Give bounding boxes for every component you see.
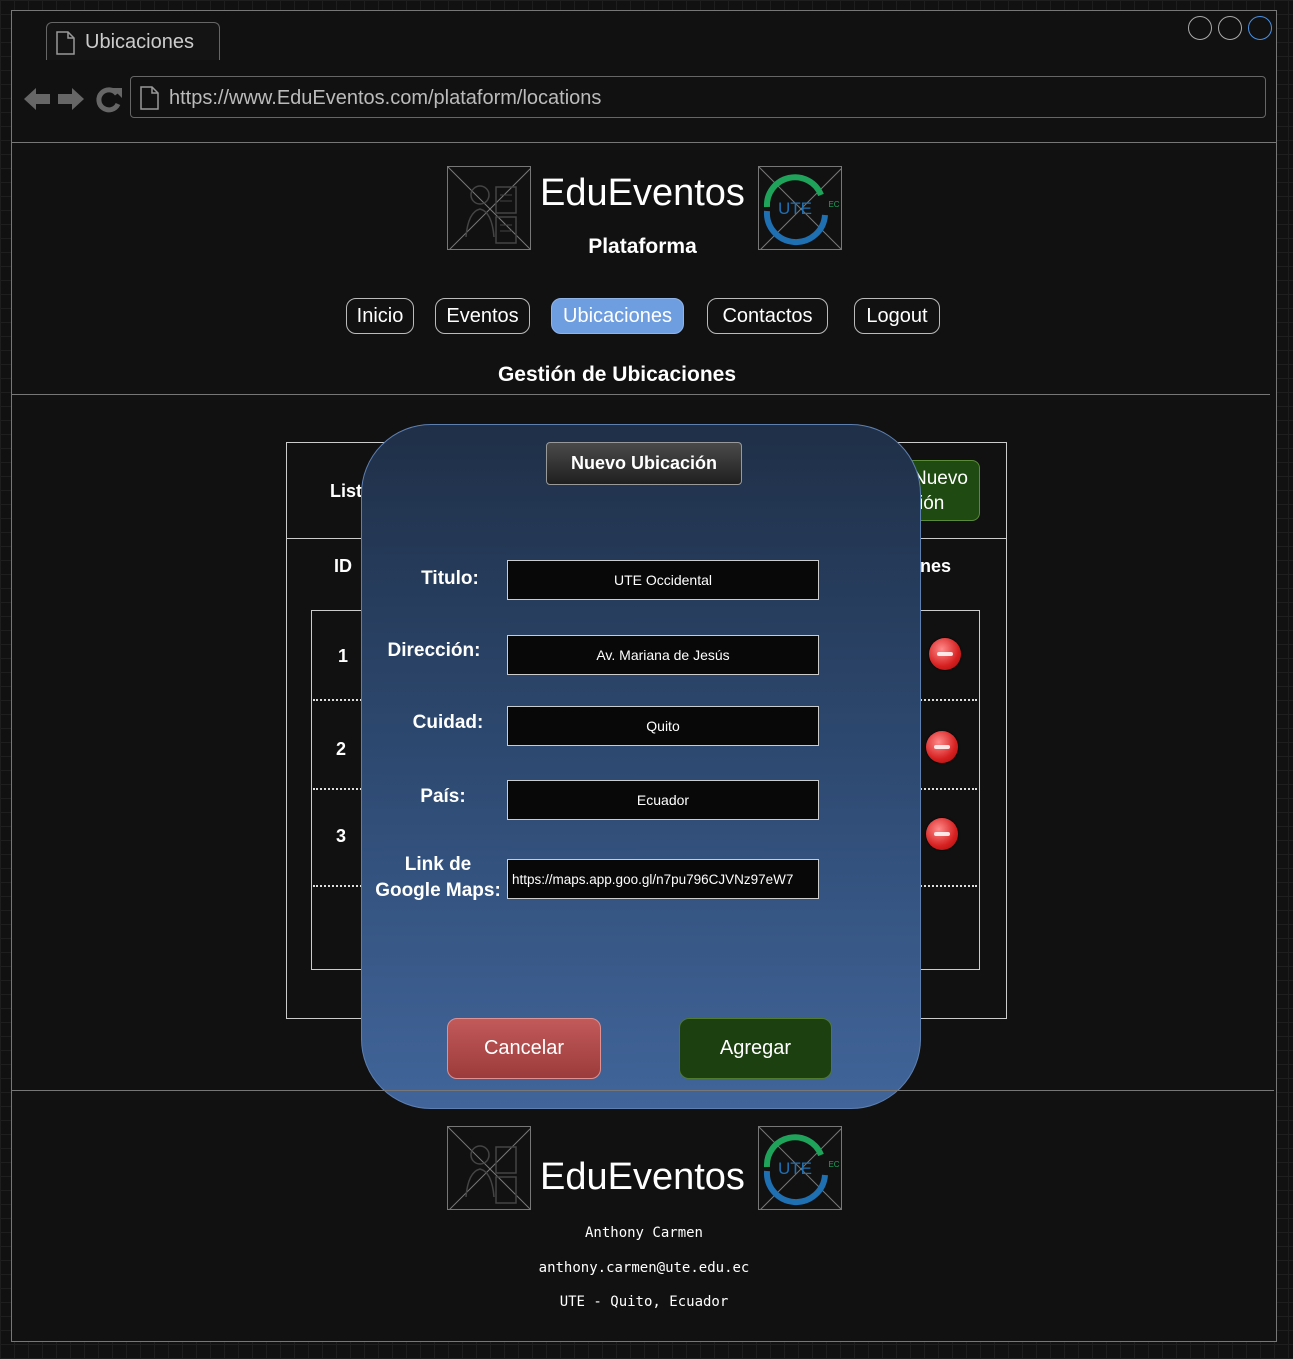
row-id: 2 <box>336 739 347 759</box>
edueventos-logo <box>447 166 531 250</box>
url-text: https://www.EduEventos.com/plataform/loc… <box>169 87 602 109</box>
row-id: 3 <box>336 826 347 846</box>
brand-title: EduEventos <box>540 172 745 214</box>
country-input[interactable] <box>507 780 819 820</box>
title-input[interactable] <box>507 560 819 600</box>
address-input[interactable] <box>507 635 819 675</box>
row-id: 1 <box>338 646 349 666</box>
footer-author: Anthony Carmen <box>584 1225 703 1241</box>
divider <box>12 142 1276 143</box>
col-actions-header: nes <box>920 556 952 576</box>
page-icon <box>140 86 159 110</box>
city-label: Cuidad: <box>412 712 484 733</box>
address-bar[interactable]: https://www.EduEventos.com/plataform/loc… <box>130 76 1266 118</box>
brand-subtitle: Plataforma <box>588 235 697 258</box>
svg-text:UTE: UTE <box>778 199 812 218</box>
col-id-header: ID <box>334 556 352 576</box>
nav-ubicaciones[interactable]: Ubicaciones <box>551 298 684 334</box>
nav-inicio[interactable]: Inicio <box>346 298 414 334</box>
svg-text:EC: EC <box>828 200 839 209</box>
nav-eventos[interactable]: Eventos <box>435 298 530 334</box>
delete-icon[interactable] <box>926 818 958 850</box>
edueventos-logo <box>447 1126 531 1210</box>
footer-brand: EduEventos <box>540 1156 745 1198</box>
svg-text:EC: EC <box>828 1160 839 1169</box>
new-location-label: ión <box>919 493 945 514</box>
delete-icon[interactable] <box>926 731 958 763</box>
delete-icon[interactable] <box>929 638 961 670</box>
nav-contactos[interactable]: Contactos <box>707 298 828 334</box>
footer-location: UTE - Quito, Ecuador <box>559 1294 729 1310</box>
maps-link-input[interactable] <box>507 859 819 899</box>
maps-link-label: Google Maps: <box>375 880 501 901</box>
divider <box>12 394 1270 395</box>
title-label: Titulo: <box>421 568 479 589</box>
close-window-button[interactable] <box>1248 16 1272 40</box>
tab-title: Ubicaciones <box>85 31 194 53</box>
maps-link-label: Link de <box>404 854 472 875</box>
forward-arrow-icon[interactable] <box>56 84 86 114</box>
modal-title: Nuevo Ubicación <box>546 442 742 485</box>
svg-text:UTE: UTE <box>778 1159 812 1178</box>
nav-logout[interactable]: Logout <box>854 298 940 334</box>
ute-logo: UTE EC <box>758 166 842 250</box>
cancel-button[interactable]: Cancelar <box>447 1018 601 1079</box>
list-title: List <box>330 481 363 501</box>
back-arrow-icon[interactable] <box>22 84 52 114</box>
reload-icon[interactable] <box>94 84 124 114</box>
page-title: Gestión de Ubicaciones <box>497 363 737 386</box>
footer-email[interactable]: anthony.carmen@ute.edu.ec <box>0 1260 1288 1276</box>
city-input[interactable] <box>507 706 819 746</box>
minimize-button[interactable] <box>1188 16 1212 40</box>
address-label: Dirección: <box>387 640 481 661</box>
new-location-label: Nuevo <box>913 468 968 489</box>
browser-tab[interactable]: Ubicaciones <box>46 22 220 60</box>
ute-logo: UTE EC <box>758 1126 842 1210</box>
page-icon <box>56 31 75 55</box>
divider <box>12 1090 1274 1091</box>
add-button[interactable]: Agregar <box>679 1018 832 1079</box>
country-label: País: <box>420 786 466 807</box>
new-location-modal <box>361 424 921 1109</box>
maximize-button[interactable] <box>1218 16 1242 40</box>
